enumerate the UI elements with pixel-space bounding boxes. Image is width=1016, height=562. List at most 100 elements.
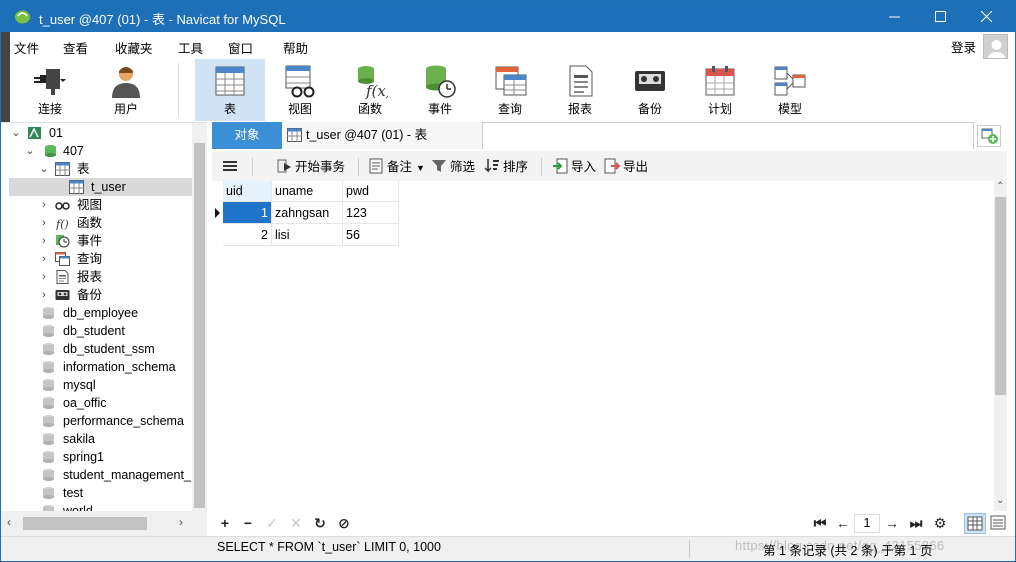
grid-cell[interactable]: zahngsan xyxy=(272,202,343,224)
tree-database-item[interactable]: mysql xyxy=(9,376,192,394)
tab-table-t-user[interactable]: t_user @407 (01) - 表 xyxy=(282,122,482,149)
column-header-uname[interactable]: uname xyxy=(272,181,343,202)
close-button[interactable] xyxy=(963,1,1009,32)
menu-window[interactable]: 窗口 xyxy=(228,38,253,57)
chevron-down-icon[interactable]: ⌄ xyxy=(25,142,35,160)
page-number-input[interactable]: 1 xyxy=(854,514,880,533)
chevron-down-icon[interactable]: ⌄ xyxy=(39,160,49,178)
chevron-down-icon[interactable]: ⌄ xyxy=(11,124,21,142)
note-button[interactable]: 备注 ▼ xyxy=(368,158,425,176)
first-page-button[interactable]: ⏮ xyxy=(812,515,828,531)
prev-page-button[interactable]: ← xyxy=(835,515,851,531)
chevron-right-icon[interactable]: › xyxy=(39,268,49,286)
tree-database-item[interactable]: performance_schema xyxy=(9,412,192,430)
delete-record-button[interactable]: − xyxy=(240,515,256,531)
scrollbar-thumb[interactable] xyxy=(995,197,1006,395)
grid-cell[interactable]: 1 xyxy=(223,202,272,224)
toolbar-event-button[interactable]: 事件 xyxy=(405,59,475,121)
tree-group-functions[interactable]: › f() 函数 xyxy=(9,214,189,232)
chevron-right-icon[interactable]: › xyxy=(39,196,49,214)
tree-database-item[interactable]: spring1 xyxy=(9,448,192,466)
tab-objects[interactable]: 对象 xyxy=(212,122,282,149)
grid-cell[interactable]: 123 xyxy=(343,202,399,224)
title-bar[interactable]: t_user @407 (01) - 表 - Navicat for MySQL xyxy=(1,1,1015,32)
chevron-down-icon[interactable]: ⌄ xyxy=(996,495,1004,506)
tree-connection-01[interactable]: ⌄ 01 xyxy=(9,124,189,142)
sort-button[interactable]: 排序 xyxy=(484,158,528,176)
chevron-right-icon[interactable]: › xyxy=(39,250,49,268)
chevron-right-icon[interactable]: › xyxy=(179,515,183,529)
form-view-button[interactable] xyxy=(988,513,1010,534)
tree-database-item[interactable]: oa_offic xyxy=(9,394,192,412)
last-page-button[interactable]: ⏭ xyxy=(908,515,924,531)
tree-database-item[interactable]: db_student xyxy=(9,322,192,340)
toolbar-connection-button[interactable]: 连接 xyxy=(15,59,85,121)
menu-file[interactable]: 文件 xyxy=(14,38,39,57)
filter-button[interactable]: 筛选 xyxy=(431,158,475,176)
settings-gear-button[interactable]: ⚙ xyxy=(932,515,948,531)
grid-vertical-scrollbar[interactable]: ⌃ ⌄ xyxy=(994,181,1007,511)
menu-view[interactable]: 查看 xyxy=(63,38,88,57)
refresh-button[interactable]: ↻ xyxy=(312,515,328,531)
scrollbar-thumb[interactable] xyxy=(23,517,147,530)
toolbar-model-button[interactable]: 模型 xyxy=(755,59,825,121)
add-record-button[interactable]: + xyxy=(217,515,233,531)
minimize-icon xyxy=(888,16,900,18)
menu-tools[interactable]: 工具 xyxy=(178,38,203,57)
tree-database-item[interactable]: world xyxy=(9,502,192,511)
tree-group-reports[interactable]: › 报表 xyxy=(9,268,189,286)
chevron-left-icon[interactable]: ‹ xyxy=(7,515,11,529)
chevron-right-icon[interactable]: › xyxy=(39,286,49,304)
tree-database-item[interactable]: db_student_ssm xyxy=(9,340,192,358)
grid-cell[interactable]: 56 xyxy=(343,224,399,246)
next-page-button[interactable]: → xyxy=(884,515,900,531)
chevron-right-icon[interactable]: › xyxy=(39,214,49,232)
minimize-button[interactable] xyxy=(871,1,917,32)
toolbar-view-button[interactable]: 视图 xyxy=(265,59,335,121)
tree-group-backups[interactable]: › 备份 xyxy=(9,286,189,304)
tree-group-tables[interactable]: ⌄ 表 xyxy=(9,160,189,178)
menu-button[interactable] xyxy=(222,158,238,176)
menu-help[interactable]: 帮助 xyxy=(283,38,308,57)
new-tab-button[interactable] xyxy=(977,125,1001,147)
tree-label: student_management_ xyxy=(63,468,191,482)
tree-database-item[interactable]: sakila xyxy=(9,430,192,448)
toolbar-query-button[interactable]: 查询 xyxy=(475,59,545,121)
toolbar-user-button[interactable]: 用户 xyxy=(91,59,161,121)
tree-table-t-user[interactable]: t_user xyxy=(9,178,192,196)
tree-group-events[interactable]: › 事件 xyxy=(9,232,189,250)
add-tab-icon xyxy=(981,128,998,144)
begin-transaction-button[interactable]: 开始事务 xyxy=(276,158,345,176)
import-button[interactable]: 导入 xyxy=(552,158,596,176)
tree-group-queries[interactable]: › 查询 xyxy=(9,250,189,268)
column-header-uid[interactable]: uid xyxy=(223,181,272,202)
grid-cell[interactable]: lisi xyxy=(272,224,343,246)
toolbar-table-button[interactable]: 表 xyxy=(195,59,265,121)
chevron-up-icon[interactable]: ⌃ xyxy=(996,181,1004,192)
tree-horizontal-scrollbar[interactable]: ‹ › xyxy=(1,511,207,536)
grid-cell[interactable]: 2 xyxy=(223,224,272,246)
toolbar-report-button[interactable]: 报表 xyxy=(545,59,615,121)
stop-button[interactable]: ⊘ xyxy=(336,515,352,531)
tree-database-item[interactable]: test xyxy=(9,484,192,502)
scrollbar-thumb[interactable] xyxy=(194,143,205,508)
tree-database-407[interactable]: ⌄ 407 xyxy=(9,142,189,160)
tree-group-views[interactable]: › 视图 xyxy=(9,196,189,214)
toolbar-function-button[interactable]: f(x) 函数 xyxy=(335,59,405,121)
maximize-button[interactable] xyxy=(917,1,963,32)
chevron-right-icon[interactable]: › xyxy=(39,232,49,250)
toolbar-schedule-button[interactable]: 计划 xyxy=(685,59,755,121)
login-link[interactable]: 登录 xyxy=(951,37,976,56)
avatar[interactable] xyxy=(983,34,1008,59)
tree-database-item[interactable]: student_management_ xyxy=(9,466,192,484)
apply-changes-button[interactable]: ✓ xyxy=(264,515,280,531)
tree-vertical-scrollbar[interactable] xyxy=(192,123,207,511)
discard-changes-button[interactable]: ✕ xyxy=(288,515,304,531)
grid-view-button[interactable] xyxy=(964,513,986,534)
menu-favorites[interactable]: 收藏夹 xyxy=(115,38,153,57)
tree-database-item[interactable]: db_employee xyxy=(9,304,192,322)
column-header-pwd[interactable]: pwd xyxy=(343,181,399,202)
export-button[interactable]: 导出 xyxy=(604,158,648,176)
tree-database-item[interactable]: information_schema xyxy=(9,358,192,376)
toolbar-backup-button[interactable]: 备份 xyxy=(615,59,685,121)
